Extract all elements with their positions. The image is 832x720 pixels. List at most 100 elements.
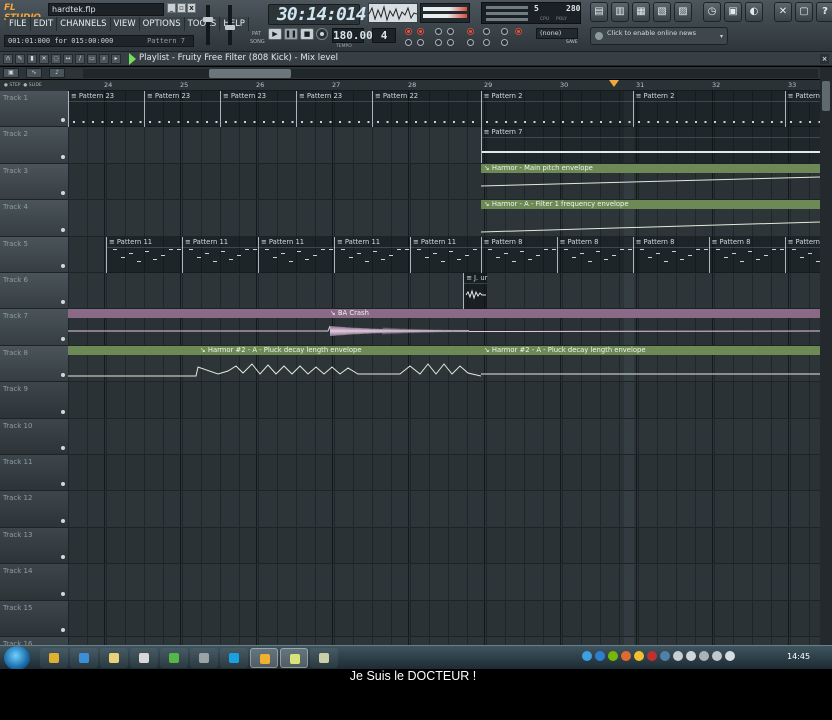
zoom-icon[interactable]: ⌕	[99, 54, 109, 64]
track-header[interactable]: Track 8	[0, 345, 68, 383]
tempo-tap-icon[interactable]: ◐	[745, 2, 763, 22]
media-taskbar-icon[interactable]	[130, 648, 158, 668]
plugin-picker-icon[interactable]: ▣	[724, 2, 742, 22]
track-lane[interactable]	[68, 564, 820, 601]
pattern-clip[interactable]: ≡ Pattern 11	[258, 236, 334, 273]
pattern-clip[interactable]: ≡ Pattern 2	[480, 91, 633, 127]
automation-clip[interactable]: ↘ Harmor #2 - A - Pluck decay length env…	[68, 345, 481, 382]
online-news-bar[interactable]: Click to enable online news ▾	[590, 27, 728, 45]
pattern-clip[interactable]: ≡ Pattern 11	[182, 236, 258, 273]
tray-steam-icon[interactable]	[660, 651, 670, 661]
tray-security-icon[interactable]	[621, 651, 631, 661]
pattern-clip[interactable]: ≡ Pattern 8	[480, 236, 557, 273]
pattern-clip[interactable]: ≡ Pattern 22	[372, 91, 481, 127]
metronome-toggle[interactable]	[405, 28, 412, 35]
vertical-scrollbar[interactable]	[820, 67, 832, 645]
automation-picker-icon[interactable]: ♪	[49, 68, 65, 78]
draw-icon[interactable]: ✎	[15, 54, 25, 64]
multilink-toggle[interactable]	[515, 28, 522, 35]
track-lane[interactable]	[68, 528, 820, 565]
minimize-button[interactable]: _	[167, 3, 176, 13]
select-icon[interactable]: ▭	[87, 54, 97, 64]
pause-button[interactable]: ❚❚	[284, 28, 298, 40]
track-mute-led[interactable]	[61, 555, 65, 560]
tray-gear-icon[interactable]	[686, 651, 696, 661]
skype-taskbar-icon[interactable]	[220, 648, 248, 668]
tray-nvidia-icon[interactable]	[608, 651, 618, 661]
chrome-taskbar-icon[interactable]	[40, 648, 68, 668]
pattern-clip[interactable]: ≡ Pattern 8	[556, 236, 633, 273]
app-taskbar-icon[interactable]	[190, 648, 218, 668]
automation-clip[interactable]: ↘ Harmor - A - Filter 1 frequency envelo…	[481, 200, 820, 236]
track-header[interactable]: Track 11	[0, 455, 68, 492]
master-pitch-slider[interactable]	[225, 5, 235, 45]
punch-toggle[interactable]	[467, 39, 474, 46]
notes-taskbar-icon[interactable]	[280, 648, 308, 668]
pat-mode-label[interactable]: PAT	[252, 31, 261, 37]
song-position-marker[interactable]	[609, 80, 619, 87]
track-header[interactable]: Track 16	[0, 637, 68, 645]
menu-view[interactable]: VIEW	[110, 17, 140, 31]
track-lane[interactable]	[68, 419, 820, 455]
track-mute-led[interactable]	[61, 263, 65, 268]
track-header[interactable]: Track 7	[0, 309, 68, 346]
capture-icon[interactable]: ▢	[795, 2, 813, 22]
pattern-clip[interactable]: ≡ Pattern 2	[632, 91, 785, 127]
vertical-scroll-thumb[interactable]	[822, 81, 830, 111]
track-header[interactable]: Track 6	[0, 273, 68, 310]
menu-options[interactable]: OPTIONS	[139, 17, 185, 31]
tool-taskbar-icon[interactable]	[310, 648, 338, 668]
track-header[interactable]: Track 15	[0, 600, 68, 637]
tray-skype-icon[interactable]	[582, 651, 592, 661]
track-lane[interactable]	[68, 273, 820, 310]
cpu-icon[interactable]: ◷	[703, 2, 721, 22]
snap-toggle[interactable]	[417, 39, 424, 46]
tray-volume-icon[interactable]	[725, 651, 735, 661]
preset-selector[interactable]: (none)	[536, 28, 578, 39]
tray-antivirus-icon[interactable]	[647, 651, 657, 661]
menu-file[interactable]: FILE	[6, 17, 31, 31]
browser-icon[interactable]: ▧	[653, 2, 671, 22]
slide-toggle[interactable]	[483, 39, 490, 46]
delete-icon[interactable]: ✕	[39, 54, 49, 64]
track-header[interactable]: Track 3	[0, 163, 68, 201]
pattern-clip[interactable]: ≡ Pattern 11	[410, 236, 481, 273]
track-mute-led[interactable]	[61, 445, 65, 450]
song-mode-label[interactable]: SONG	[250, 39, 265, 45]
track-header[interactable]: Track 4	[0, 200, 68, 237]
automation-clip[interactable]: ↘ Harmor - Main pitch envelope	[481, 163, 820, 200]
pattern-clip[interactable]: ≡ J. ur	[463, 273, 487, 309]
track-header[interactable]: Track 9	[0, 382, 68, 419]
timeline-ruler[interactable]: 24 25 26 27 28 29 30 31 32 33	[68, 80, 820, 91]
automation-clip[interactable]: ↘ BA Crash	[68, 309, 820, 345]
track-mute-led[interactable]	[61, 336, 65, 341]
audio-picker-icon[interactable]: ∿	[26, 68, 42, 78]
blend-notes-toggle[interactable]	[483, 28, 490, 35]
record-button[interactable]	[316, 28, 328, 40]
track-header[interactable]: Track 10	[0, 418, 68, 455]
track-mute-led[interactable]	[61, 118, 65, 123]
tray-app-icon[interactable]	[595, 651, 605, 661]
horizontal-scroll-thumb[interactable]	[209, 69, 291, 78]
pattern-clip[interactable]: ≡ Pattern 23	[220, 91, 296, 127]
overdub-toggle[interactable]	[435, 39, 442, 46]
menu-channels[interactable]: CHANNELS	[57, 17, 111, 31]
tools-icon[interactable]: ✕	[774, 2, 792, 22]
help-icon[interactable]: ?	[816, 2, 832, 22]
pattern-number[interactable]: 4	[372, 28, 396, 43]
track-header[interactable]: Track 12	[0, 491, 68, 528]
step-sequencer-icon[interactable]: ▥	[611, 2, 629, 22]
step-edit-toggle[interactable]	[447, 28, 454, 35]
track-lane[interactable]	[68, 601, 820, 637]
track-lane[interactable]	[68, 491, 820, 528]
tray-update-icon[interactable]	[634, 651, 644, 661]
automation-clip[interactable]: ↘ Harmor #2 - A - Pluck decay length env…	[481, 345, 820, 382]
track-header[interactable]: Track 14	[0, 564, 68, 601]
track-mute-led[interactable]	[61, 227, 65, 232]
horizontal-scrollbar[interactable]	[83, 69, 818, 78]
tempo-display[interactable]: 180.000	[332, 28, 379, 43]
track-mute-led[interactable]	[61, 482, 65, 487]
track-mute-led[interactable]	[61, 191, 65, 196]
close-button[interactable]: x	[187, 3, 196, 13]
play-button[interactable]: ▶	[268, 28, 282, 40]
